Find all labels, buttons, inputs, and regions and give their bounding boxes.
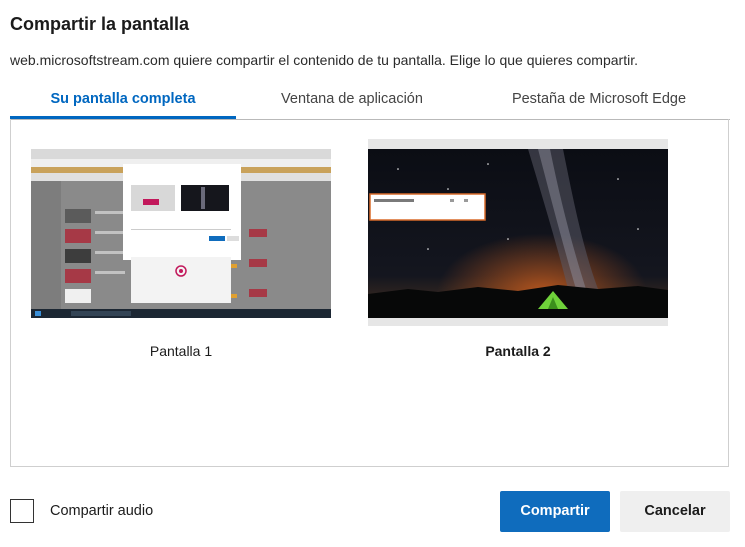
screen-option-2[interactable]: Pantalla 2 [366,139,668,379]
tab-application-window[interactable]: Ventana de aplicación [236,86,468,118]
screen-option-1[interactable]: Pantalla 1 [21,139,331,379]
dialog-subtitle: web.microsoftstream.com quiere compartir… [10,52,638,68]
screen-1-preview [31,149,331,318]
share-audio-checkbox[interactable] [10,499,34,523]
tab-edge-tab[interactable]: Pestaña de Microsoft Edge [468,86,730,118]
screen-1-label: Pantalla 1 [149,343,213,359]
screen-1-thumbnail [31,149,331,318]
screen-2-preview [368,139,668,326]
share-audio-label[interactable]: Compartir audio [50,503,153,519]
tab-entire-screen[interactable]: Su pantalla completa [10,86,236,119]
screen-picker-panel: Pantalla 1 Pantalla 2 [10,119,729,467]
screen-2-label: Pantalla 2 [485,343,551,359]
dialog-title: Compartir la pantalla [10,14,190,34]
cancel-button[interactable]: Cancelar [620,491,730,532]
tab-bar: Su pantalla completa Ventana de aplicaci… [10,86,730,120]
screen-2-frame [368,139,668,326]
share-button[interactable]: Compartir [500,491,610,532]
